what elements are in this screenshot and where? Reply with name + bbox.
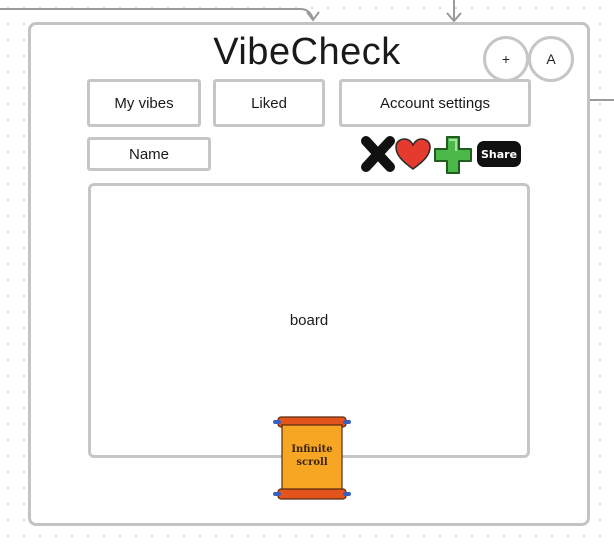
scroll-line-1: Infinite bbox=[291, 444, 333, 455]
heart-icon[interactable] bbox=[394, 137, 432, 171]
avatar-button[interactable]: A bbox=[528, 36, 574, 82]
board-label: board bbox=[289, 312, 329, 329]
nav-account-settings-button[interactable]: Account settings bbox=[339, 79, 531, 127]
name-field[interactable]: Name bbox=[87, 137, 211, 171]
nav-my-vibes-button[interactable]: My vibes bbox=[87, 79, 201, 127]
plus-icon[interactable] bbox=[432, 134, 474, 176]
scroll-line-2: scroll bbox=[296, 457, 328, 468]
share-button[interactable]: Share bbox=[477, 141, 521, 167]
infinite-scroll-sticker[interactable]: Infinite scroll bbox=[270, 413, 354, 505]
add-button[interactable]: + bbox=[483, 36, 529, 82]
close-x-icon[interactable] bbox=[360, 135, 396, 173]
nav-liked-button[interactable]: Liked bbox=[213, 79, 325, 127]
